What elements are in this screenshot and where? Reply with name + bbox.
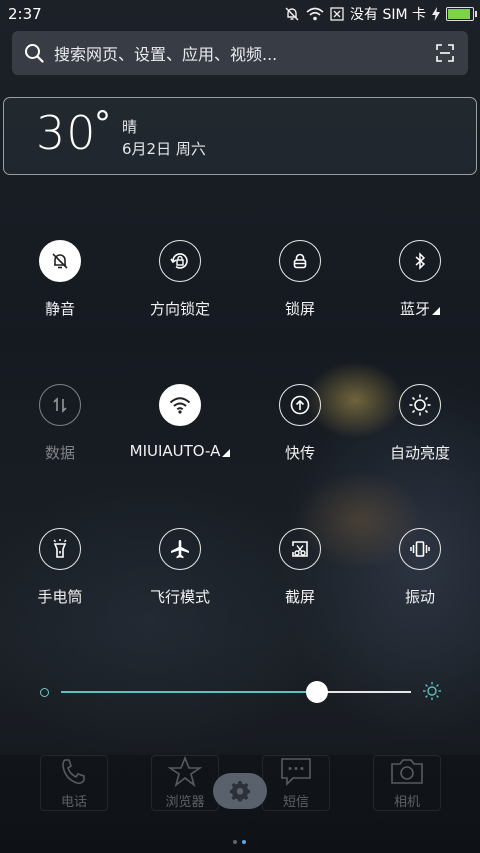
- airplane-icon: [171, 540, 189, 559]
- toggle-wifi-button[interactable]: [159, 384, 201, 426]
- mobile-data-icon: [53, 397, 67, 413]
- camera-icon: [391, 759, 423, 784]
- search-bar[interactable]: 搜索网页、设置、应用、视频...: [12, 31, 468, 75]
- toggle-vibrate[interactable]: 振动: [360, 528, 480, 607]
- toggle-rotation-lock-label: 方向锁定: [149, 300, 210, 318]
- dock-camera: 相机: [373, 755, 441, 811]
- toggle-vibrate-button[interactable]: [399, 528, 441, 570]
- dock-browser: 浏览器: [151, 755, 219, 811]
- carrier-text: 没有 SIM 卡: [350, 7, 426, 23]
- toggle-bluetooth-button[interactable]: [399, 240, 441, 282]
- toggle-mobile-data-label: 数据: [44, 444, 75, 462]
- charging-icon: [432, 7, 440, 21]
- phone-icon: [62, 759, 85, 784]
- weather-card[interactable]: 30 ° 晴 6月2日 周六: [3, 97, 477, 175]
- page-dot-active: [242, 840, 246, 844]
- dock-messages: 短信: [262, 755, 330, 811]
- message-icon: [281, 758, 311, 786]
- bluetooth-icon: [415, 252, 426, 270]
- toggle-flashlight-button[interactable]: [39, 528, 81, 570]
- page-indicator: [233, 840, 246, 844]
- expand-triangle-icon: [432, 307, 440, 315]
- toggle-lock-screen-button[interactable]: [279, 240, 321, 282]
- toggle-quick-transfer[interactable]: 快传: [240, 384, 360, 463]
- toggle-quick-transfer-label: 快传: [284, 444, 315, 462]
- dock-browser-label: 浏览器: [165, 795, 205, 810]
- toggle-bluetooth-label: 蓝牙: [360, 298, 480, 319]
- toggle-bluetooth[interactable]: 蓝牙: [360, 240, 480, 319]
- dock-phone-label: 电话: [60, 795, 87, 810]
- toggle-flashlight[interactable]: 手电筒: [0, 528, 120, 607]
- bell-off-icon: [52, 253, 68, 269]
- wifi-icon: [169, 397, 191, 414]
- status-time: 2:37: [8, 5, 42, 23]
- gear-icon: [230, 781, 250, 802]
- brightness-track-active: [61, 691, 317, 693]
- quick-transfer-icon: [290, 395, 310, 415]
- status-bar: 2:37 没有 SIM 卡: [0, 0, 480, 28]
- no-sim-icon: [330, 7, 344, 21]
- weather-degree-symbol: °: [94, 104, 111, 144]
- toggle-auto-brightness-label: 自动亮度: [389, 444, 450, 462]
- dock-phone: 电话: [40, 755, 108, 811]
- toggle-silent-button[interactable]: [39, 240, 81, 282]
- bell-off-icon: [285, 7, 299, 21]
- expand-triangle-icon: [222, 449, 231, 457]
- toggle-wifi-text: MIUIAUTO-A: [129, 442, 221, 460]
- status-icons: 没有 SIM 卡: [284, 4, 477, 24]
- toggle-lock-screen-label: 锁屏: [284, 300, 315, 318]
- page-dot: [233, 840, 237, 844]
- settings-button[interactable]: [213, 773, 267, 809]
- auto-brightness-icon: [409, 394, 431, 416]
- weather-condition: 晴: [122, 118, 138, 136]
- dock-messages-label: 短信: [282, 795, 309, 810]
- toggle-wifi-label: MIUIAUTO-A: [120, 442, 240, 460]
- search-icon: [25, 44, 44, 63]
- wifi-status-icon: [306, 7, 324, 21]
- rotation-lock-icon: [170, 253, 188, 269]
- toggle-airplane-mode-button[interactable]: [159, 528, 201, 570]
- toggle-rotation-lock[interactable]: 方向锁定: [120, 240, 240, 319]
- toggle-wifi[interactable]: MIUIAUTO-A: [120, 384, 240, 460]
- brightness-low-icon: [40, 688, 49, 697]
- screenshot-icon: [292, 541, 308, 557]
- battery-icon: [446, 7, 477, 21]
- vibrate-icon: [410, 541, 430, 557]
- brightness-slider[interactable]: [40, 681, 441, 703]
- toggle-screenshot-label: 截屏: [284, 588, 315, 606]
- toggle-flashlight-label: 手电筒: [37, 588, 83, 606]
- toggle-vibrate-label: 振动: [404, 588, 435, 606]
- toggle-silent[interactable]: 静音: [0, 240, 120, 319]
- toggle-screenshot-button[interactable]: [279, 528, 321, 570]
- search-placeholder: 搜索网页、设置、应用、视频...: [54, 45, 278, 64]
- toggle-quick-transfer-button[interactable]: [279, 384, 321, 426]
- toggle-bluetooth-text: 蓝牙: [399, 300, 430, 318]
- flashlight-icon: [53, 539, 67, 558]
- toggle-silent-label: 静音: [44, 300, 75, 318]
- weather-date: 6月2日 周六: [122, 140, 206, 158]
- browser-star-icon: [167, 755, 203, 788]
- toggle-airplane-mode[interactable]: 飞行模式: [120, 528, 240, 607]
- toggle-auto-brightness[interactable]: 自动亮度: [360, 384, 480, 463]
- toggle-lock-screen[interactable]: 锁屏: [240, 240, 360, 319]
- toggle-rotation-lock-button[interactable]: [159, 240, 201, 282]
- lock-icon: [293, 253, 307, 269]
- toggle-auto-brightness-button[interactable]: [399, 384, 441, 426]
- brightness-thumb[interactable]: [306, 681, 328, 703]
- brightness-high-icon: [423, 682, 441, 700]
- weather-temperature: 30: [36, 106, 97, 160]
- brightness-track[interactable]: [61, 681, 411, 703]
- dock-camera-label: 相机: [393, 795, 420, 810]
- toggle-airplane-mode-label: 飞行模式: [149, 588, 210, 606]
- toggle-screenshot[interactable]: 截屏: [240, 528, 360, 607]
- scan-icon[interactable]: [436, 44, 454, 62]
- toggle-mobile-data[interactable]: 数据: [0, 384, 120, 463]
- toggle-mobile-data-button[interactable]: [39, 384, 81, 426]
